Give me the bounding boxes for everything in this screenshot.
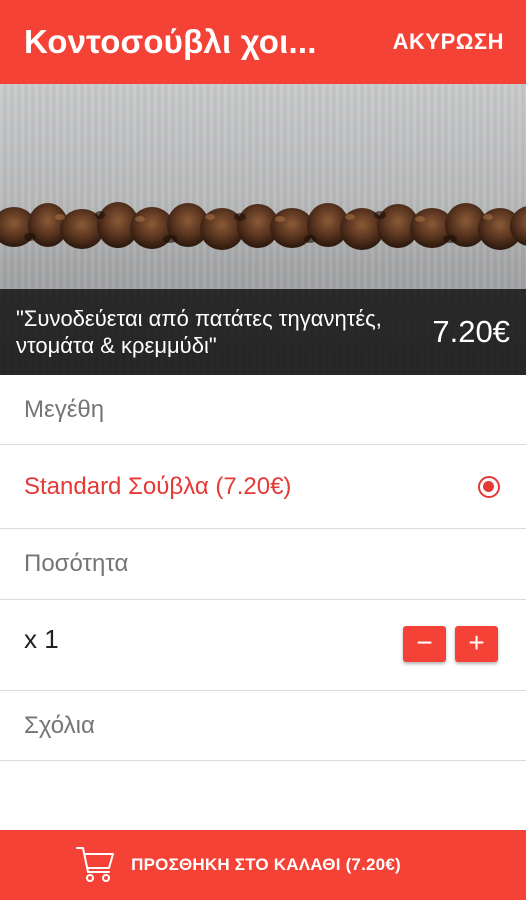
notes-label: Σχόλια — [24, 711, 95, 739]
page-title: Κοντοσούβλι χοι... — [24, 23, 317, 60]
radio-selected-icon[interactable] — [478, 475, 500, 498]
decrease-quantity-button[interactable]: − — [403, 626, 446, 662]
shopping-cart-icon — [76, 847, 115, 882]
increase-quantity-button[interactable]: + — [455, 626, 498, 662]
product-image: "Συνοδεύεται από πατάτες τηγανητές, ντομ… — [0, 84, 526, 375]
quantity-buttons: − + — [403, 626, 498, 662]
sizes-section-header: Μεγέθη — [0, 375, 526, 445]
product-price: 7.20€ — [432, 314, 510, 349]
radio-dot — [483, 480, 494, 492]
product-caption: "Συνοδεύεται από πατάτες τηγανητές, ντομ… — [0, 289, 526, 375]
quantity-stepper: x 1 − + — [0, 600, 526, 691]
cancel-button[interactable]: ΑΚΥΡΩΣΗ — [393, 29, 504, 55]
quantity-value: x 1 — [24, 624, 59, 654]
size-option-label: Standard Σούβλα (7.20€) — [24, 472, 292, 500]
quantity-label: Ποσότητα — [24, 550, 129, 577]
product-description: "Συνοδεύεται από πατάτες τηγανητές, ντομ… — [16, 306, 382, 358]
quantity-section-header: Ποσότητα — [0, 529, 526, 600]
add-to-cart-button[interactable]: ΠΡΟΣΘΗΚΗ ΣΤΟ ΚΑΛΑΘΙ (7.20€) — [0, 830, 526, 900]
size-option-standard[interactable]: Standard Σούβλα (7.20€) — [0, 445, 526, 529]
souvlaki-skewer-image — [0, 202, 526, 250]
notes-field[interactable]: Σχόλια — [0, 691, 526, 761]
add-to-cart-label: ΠΡΟΣΘΗΚΗ ΣΤΟ ΚΑΛΑΘΙ (7.20€) — [131, 855, 401, 874]
app-header: Κοντοσούβλι χοι... ΑΚΥΡΩΣΗ — [0, 0, 526, 84]
sizes-label: Μεγέθη — [24, 395, 105, 423]
